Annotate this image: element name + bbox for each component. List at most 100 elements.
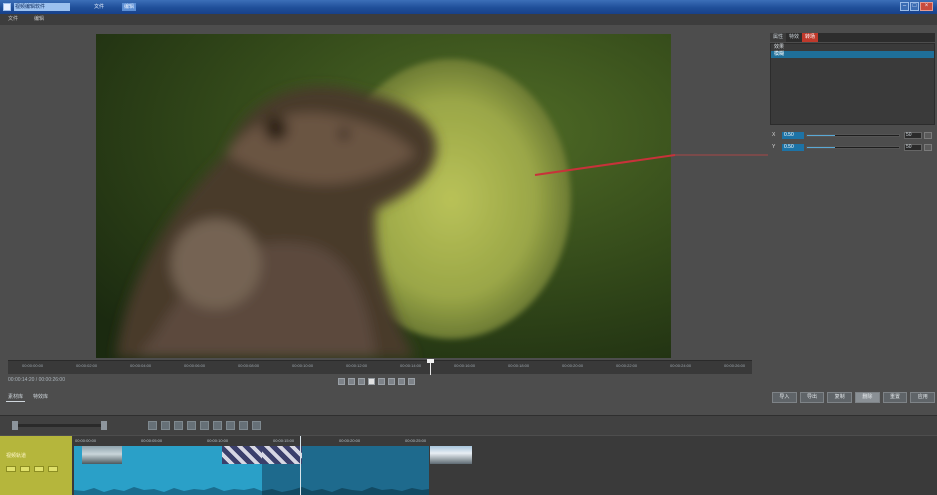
timeline-playhead[interactable]: [300, 436, 301, 495]
video-clip[interactable]: [262, 446, 472, 495]
param-value[interactable]: 0.50: [782, 132, 804, 139]
param-slider[interactable]: [806, 134, 900, 137]
maximize-button[interactable]: □: [910, 2, 919, 11]
import-button[interactable]: 导入: [772, 392, 797, 403]
time-ruler[interactable]: 00:00:00:00 00:00:02:00 00:00:04:00 00:00:0…: [8, 359, 752, 375]
minimize-button[interactable]: –: [900, 2, 909, 11]
clip-thumbnail: [262, 446, 302, 464]
tab-effects[interactable]: 特效: [786, 33, 802, 42]
zoom-out-handle[interactable]: [12, 421, 18, 430]
preview-frame: [96, 34, 671, 358]
delete-button[interactable]: 删除: [855, 392, 880, 403]
video-preview[interactable]: [96, 34, 671, 358]
video-clip[interactable]: [74, 446, 262, 495]
select-tool-icon[interactable]: [148, 421, 157, 430]
ruler-tick-label: 00:00:18:00: [508, 363, 530, 368]
clip-time-label: 00:00:25:00: [405, 438, 427, 443]
menu-item-edit[interactable]: 编辑: [34, 16, 56, 23]
transport-controls: [338, 378, 415, 385]
clip-time-label: 00:00:15:00: [273, 438, 295, 443]
param-value[interactable]: 0.50: [782, 144, 804, 151]
step-forward-icon[interactable]: [378, 378, 385, 385]
param-spinner[interactable]: [924, 144, 932, 151]
clip-time-label: 00:00:20:00: [339, 438, 361, 443]
param-spinner[interactable]: [924, 132, 932, 139]
top-tab-file[interactable]: 文件: [92, 3, 108, 11]
timeline-tools: [148, 421, 261, 430]
lock-tool-icon[interactable]: [252, 421, 261, 430]
clip-time-labels: 00:00:00:00 00:00:05:00 00:00:10:00 00:00:1…: [75, 438, 475, 444]
param-number[interactable]: 50: [904, 132, 922, 139]
cut-tool-icon[interactable]: [161, 421, 170, 430]
param-row-x: X 0.50 50: [772, 131, 934, 140]
split-tool-icon[interactable]: [174, 421, 183, 430]
timecode-display: 00:00:14:20 / 00:00:26:00: [8, 377, 65, 383]
clip-thumbnail: [430, 446, 472, 464]
play-icon[interactable]: [368, 378, 375, 385]
ruler-tick-label: 00:00:24:00: [670, 363, 692, 368]
ruler-tick-label: 00:00:06:00: [184, 363, 206, 368]
param-slider[interactable]: [806, 146, 900, 149]
track-name: 视频轨道: [6, 453, 27, 459]
audio-waveform: [262, 487, 429, 495]
ruler-tick-label: 00:00:10:00: [292, 363, 314, 368]
forward-icon[interactable]: [388, 378, 395, 385]
apply-button[interactable]: 应用: [910, 392, 936, 403]
tab-media-library[interactable]: 素材库: [6, 393, 26, 402]
ruler-tick-label: 00:00:26:00: [724, 363, 746, 368]
window-title: 视频编辑软件: [14, 3, 70, 11]
ruler-tick-label: 00:00:00:00: [22, 363, 44, 368]
link-tool-icon[interactable]: [239, 421, 248, 430]
ruler-tick-label: 00:00:04:00: [130, 363, 152, 368]
export-button[interactable]: 导出: [799, 392, 825, 403]
timeline-toolbar: [0, 415, 937, 435]
snap-tool-icon[interactable]: [226, 421, 235, 430]
playhead-handle[interactable]: [427, 359, 434, 363]
slip-tool-icon[interactable]: [200, 421, 209, 430]
step-back-icon[interactable]: [358, 378, 365, 385]
rewind-icon[interactable]: [348, 378, 355, 385]
tab-transitions[interactable]: 转场: [802, 33, 819, 42]
playhead-line[interactable]: [430, 361, 431, 375]
copy-button[interactable]: 复制: [827, 392, 853, 403]
param-row-y: Y 0.50 50: [772, 143, 934, 152]
next-icon[interactable]: [398, 378, 405, 385]
track-solo-button[interactable]: [20, 466, 30, 472]
marker-tool-icon[interactable]: [213, 421, 222, 430]
clip-thumbnail: [82, 446, 122, 464]
ruler-tick-label: 00:00:08:00: [238, 363, 260, 368]
track-lock-button[interactable]: [34, 466, 44, 472]
tab-effects-library[interactable]: 特效库: [31, 393, 50, 402]
clip-thumbnail: [222, 446, 262, 464]
menu-item-file[interactable]: 文件: [8, 16, 26, 23]
loop-icon[interactable]: [408, 378, 415, 385]
param-number[interactable]: 50: [904, 144, 922, 151]
track-visibility-button[interactable]: [48, 466, 58, 472]
audio-waveform: [74, 487, 262, 495]
tab-properties[interactable]: 属性: [770, 33, 787, 42]
track-mute-button[interactable]: [6, 466, 16, 472]
ruler-tick-label: 00:00:12:00: [346, 363, 368, 368]
effects-list: 效果 模糊: [770, 43, 935, 125]
zoom-slider[interactable]: [12, 424, 107, 427]
ruler-tick-label: 00:00:22:00: [616, 363, 638, 368]
prev-icon[interactable]: [338, 378, 345, 385]
ruler-tick-label: 00:00:02:00: [76, 363, 98, 368]
param-label: X: [772, 132, 776, 138]
close-button[interactable]: ×: [920, 2, 933, 11]
zoom-in-handle[interactable]: [101, 421, 107, 430]
list-item-blur[interactable]: 模糊: [771, 51, 934, 58]
menu-bar: 文件 编辑: [0, 14, 937, 25]
panel-tabs: 属性 特效 转场: [770, 33, 935, 42]
reset-button[interactable]: 重置: [882, 392, 908, 403]
track-header[interactable]: 视频轨道: [0, 436, 72, 495]
clip-time-label: 00:00:10:00: [207, 438, 229, 443]
track-header-buttons: [6, 466, 58, 472]
timeline-tracks: 视频轨道 00:00:00:00 00:00:05:00 00:00:10:00 00…: [0, 436, 937, 495]
ruler-tick-label: 00:00:16:00: [454, 363, 476, 368]
ripple-tool-icon[interactable]: [187, 421, 196, 430]
app-icon: [3, 3, 11, 11]
top-tab-edit[interactable]: 编辑: [122, 3, 136, 11]
list-item-effect[interactable]: 效果: [771, 44, 934, 51]
clip-area: [72, 446, 492, 495]
